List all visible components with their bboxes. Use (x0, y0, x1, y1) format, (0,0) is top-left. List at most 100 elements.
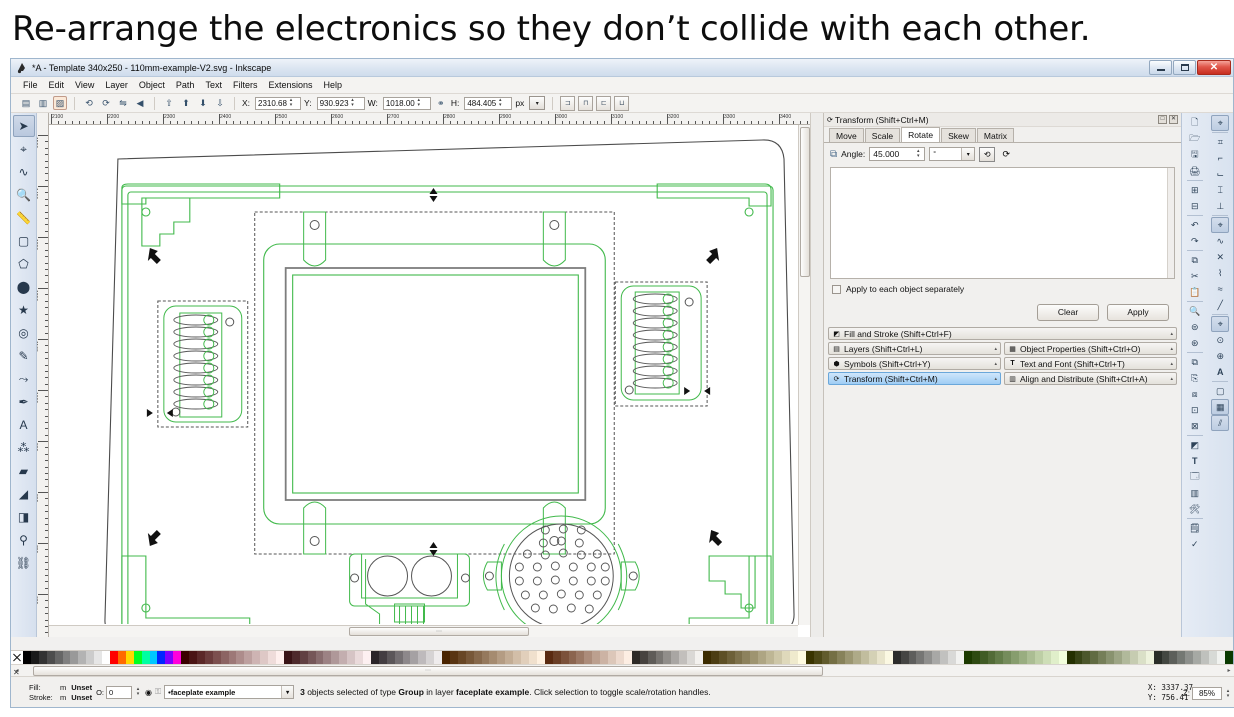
spellcheck-icon[interactable]: ✓ (1186, 536, 1204, 552)
color-swatch[interactable] (331, 651, 340, 664)
dock-panel-transform[interactable]: ⟳ Transform (Shift+Ctrl+M) ▴ (828, 372, 1001, 385)
units-dropdown[interactable]: ▾ (529, 96, 546, 110)
color-swatch[interactable] (884, 651, 893, 664)
color-swatch[interactable] (687, 651, 696, 664)
angle-unit-dropdown[interactable]: ° ▾ (929, 147, 976, 161)
dock-panel-layers[interactable]: ▤ Layers (Shift+Ctrl+L) ▴ (828, 342, 1001, 355)
snap-guide-icon[interactable]: ⫽ (1211, 415, 1230, 431)
color-swatch[interactable] (442, 651, 450, 664)
color-swatch[interactable] (1169, 651, 1178, 664)
opacity-spinner[interactable]: ▴ ▾ (135, 686, 141, 699)
color-swatch[interactable] (133, 651, 142, 664)
snap-midpoint-icon[interactable]: ╱ (1211, 297, 1229, 313)
color-swatch[interactable] (568, 651, 577, 664)
snap-nodes-icon[interactable]: ⌖ (1211, 217, 1230, 233)
canvas-vertical-scroll-thumb[interactable] (800, 127, 810, 277)
color-swatch[interactable] (671, 651, 680, 664)
chevron-up-icon[interactable]: ▴ (994, 376, 997, 382)
horizontal-ruler[interactable]: 2100 2200 2300 2400 2500 2600 2700 2800 2900 3000… (37, 113, 823, 125)
color-swatch[interactable] (948, 651, 956, 664)
zoom-page-icon[interactable]: ⊛ (1186, 335, 1204, 351)
color-swatch[interactable] (426, 651, 435, 664)
angle-unit-caret-icon[interactable]: ▾ (961, 148, 975, 160)
layer-caret-icon[interactable]: ▾ (281, 686, 294, 698)
undo-icon[interactable]: ↶ (1186, 217, 1204, 233)
layer-selector[interactable]: •faceplate example ▾ (164, 685, 295, 699)
document-properties-icon[interactable]: 🗒 (1186, 520, 1204, 536)
color-swatch[interactable] (141, 651, 150, 664)
color-swatch[interactable] (1216, 651, 1225, 664)
color-swatch[interactable] (355, 651, 363, 664)
flip-horizontal-icon[interactable]: ⇋ (116, 96, 130, 110)
3dbox-tool[interactable]: ⬠ (13, 253, 35, 275)
text-tool[interactable]: A (13, 414, 35, 436)
w-input[interactable]: 1018.00 ▴ ▾ (382, 96, 431, 110)
color-swatch[interactable] (149, 651, 158, 664)
color-swatch[interactable] (797, 651, 806, 664)
color-swatch[interactable] (821, 651, 830, 664)
color-swatch[interactable] (236, 651, 245, 664)
color-swatch[interactable] (592, 651, 601, 664)
color-swatch[interactable] (212, 651, 221, 664)
color-swatch[interactable] (1224, 651, 1233, 664)
affect-rounded-corners-toggle[interactable]: ⊓ (578, 95, 594, 111)
color-swatch[interactable] (560, 651, 569, 664)
color-swatch[interactable] (813, 651, 822, 664)
color-swatch[interactable] (30, 651, 39, 664)
snap-rotation-center-icon[interactable]: ⊕ (1211, 348, 1229, 364)
color-swatch[interactable] (1066, 651, 1075, 664)
menu-item-help[interactable]: Help (323, 80, 342, 90)
color-swatch[interactable] (647, 651, 656, 664)
snap-bbox-center-icon[interactable]: ⊥ (1211, 198, 1229, 214)
fill-stroke-icon[interactable]: ◩ (1186, 437, 1204, 453)
export-icon[interactable]: ⊟ (1186, 198, 1204, 214)
node-tool[interactable]: ⌖ (13, 138, 35, 160)
connector-tool[interactable]: ⛓ (13, 552, 35, 574)
color-swatch[interactable] (521, 651, 529, 664)
y-spinner[interactable]: ▴ ▾ (350, 97, 356, 110)
rectangle-tool[interactable]: ▢ (13, 230, 35, 252)
color-swatch[interactable] (299, 651, 308, 664)
color-swatch[interactable] (734, 651, 743, 664)
color-swatch[interactable] (861, 651, 869, 664)
color-swatch[interactable] (157, 651, 166, 664)
snap-bbox-edge-icon[interactable]: ⌐ (1211, 150, 1229, 166)
color-swatch[interactable] (987, 651, 996, 664)
color-swatch[interactable] (481, 651, 490, 664)
tweak-tool[interactable]: ∿ (13, 161, 35, 183)
dialog-float-button[interactable]: □ (1158, 115, 1167, 124)
color-swatch[interactable] (402, 651, 411, 664)
color-swatch[interactable] (1193, 651, 1202, 664)
color-swatch[interactable] (1058, 651, 1067, 664)
color-swatch[interactable] (252, 651, 261, 664)
copy-icon[interactable]: ⧉ (1186, 252, 1204, 268)
color-swatch[interactable] (497, 651, 506, 664)
apply-button[interactable]: Apply (1107, 303, 1169, 321)
color-swatch[interactable] (244, 651, 253, 664)
clear-button[interactable]: Clear (1037, 303, 1099, 321)
menu-item-extensions[interactable]: Extensions (268, 80, 312, 90)
color-swatch[interactable] (315, 651, 324, 664)
color-swatch[interactable] (434, 651, 443, 664)
color-swatch[interactable] (125, 651, 134, 664)
zoom-drawing-icon[interactable]: ⊜ (1186, 319, 1204, 335)
color-swatch[interactable] (1011, 651, 1020, 664)
color-swatch[interactable] (1050, 651, 1059, 664)
tab-matrix[interactable]: Matrix (976, 128, 1015, 142)
color-swatch[interactable] (695, 651, 703, 664)
ellipse-tool[interactable]: ⬤ (13, 276, 35, 298)
color-swatch[interactable] (394, 651, 403, 664)
preferences-icon[interactable]: 🛠 (1186, 501, 1204, 517)
selector-tool[interactable]: ➤ (12, 115, 35, 137)
color-swatch[interactable] (339, 651, 348, 664)
redo-icon[interactable]: ↷ (1186, 233, 1204, 249)
menu-item-filters[interactable]: Filters (233, 80, 258, 90)
maximize-restore-button[interactable] (1173, 60, 1196, 75)
color-swatch[interactable] (837, 651, 846, 664)
color-swatch[interactable] (742, 651, 751, 664)
color-swatch[interactable] (362, 651, 371, 664)
w-spinner[interactable]: ▴ ▾ (416, 97, 422, 110)
color-palette[interactable] (11, 650, 1234, 664)
color-swatch[interactable] (1003, 651, 1012, 664)
color-swatch[interactable] (1208, 651, 1217, 664)
